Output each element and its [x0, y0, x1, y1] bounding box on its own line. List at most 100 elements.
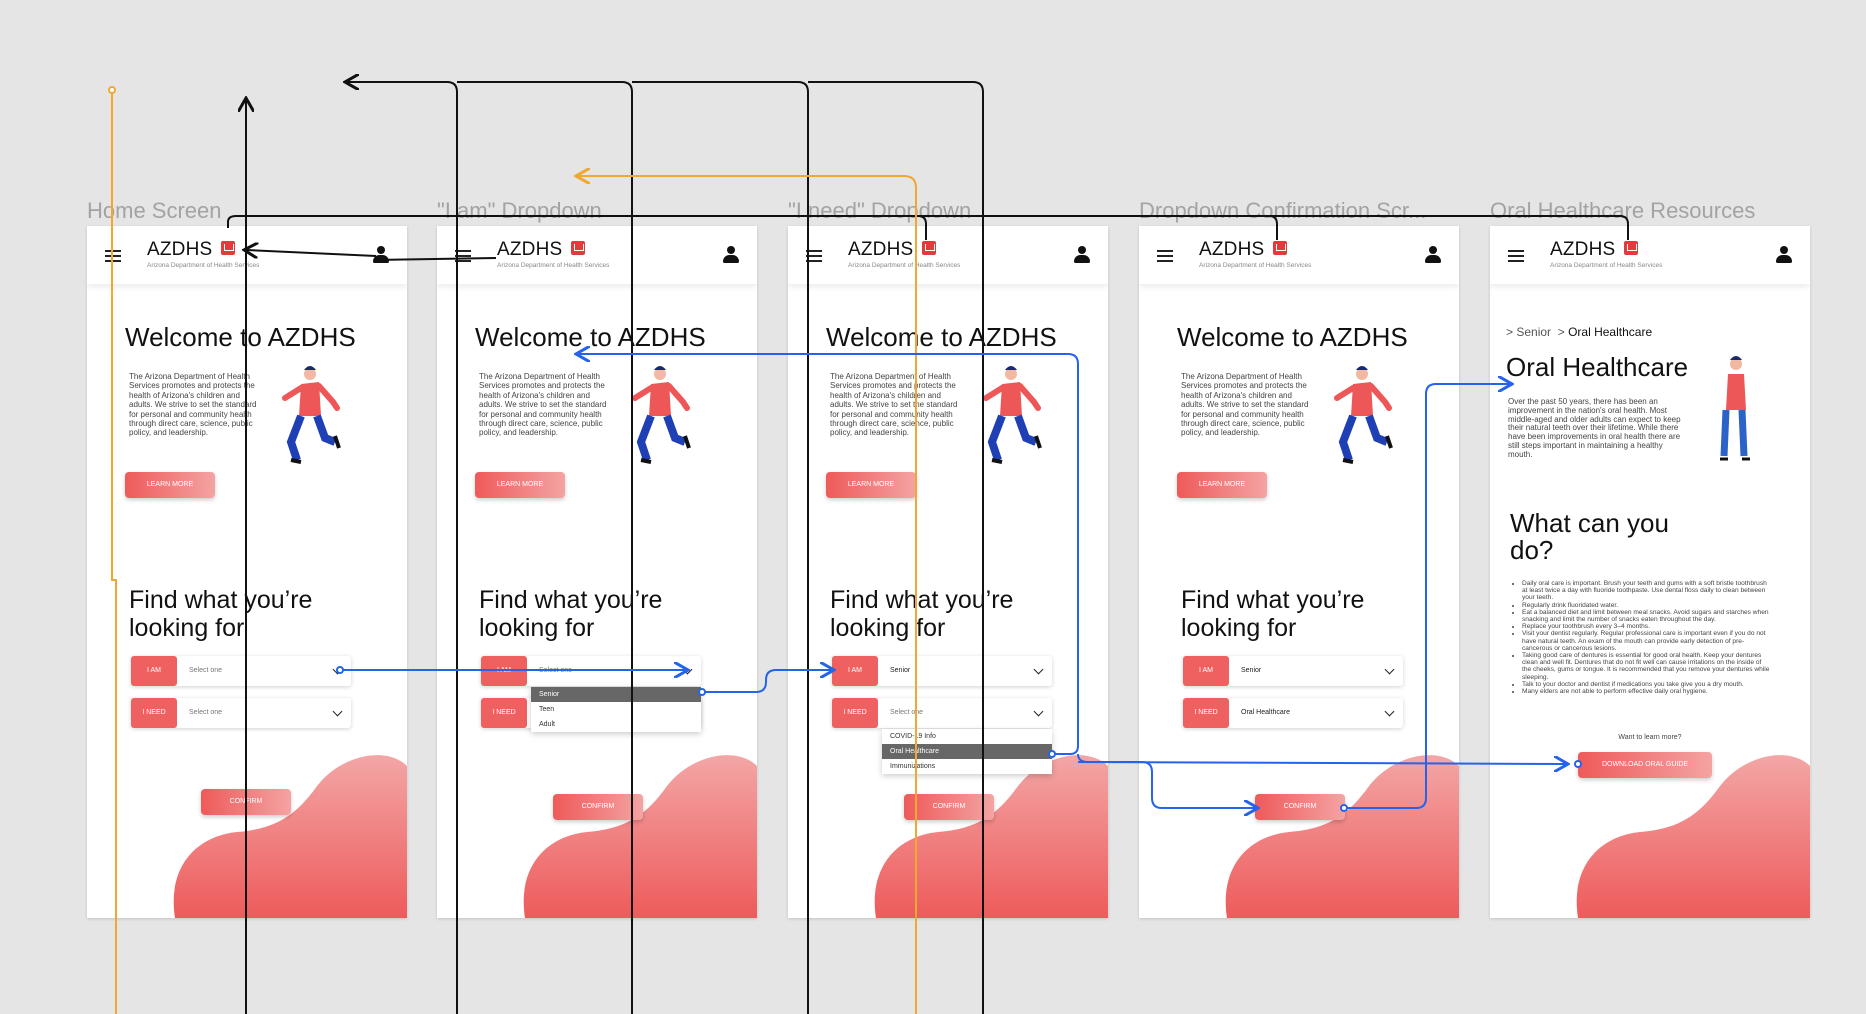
i-need-label: I NEED	[131, 698, 177, 728]
app-header: AZDHS Arizona Department of Health Servi…	[437, 226, 757, 284]
azdhs-logo-icon	[922, 241, 936, 255]
frame-home: AZDHS Arizona Department of Health Servi…	[87, 226, 407, 918]
i-need-select[interactable]: I NEED Select one	[131, 698, 351, 728]
i-am-value: Select one	[189, 667, 223, 674]
confirm-button[interactable]: CONFIRM	[1255, 794, 1345, 820]
learn-more-button[interactable]: LEARN MORE	[826, 472, 916, 498]
i-need-label: I NEED	[481, 698, 527, 728]
azdhs-logo-icon	[1624, 241, 1638, 255]
download-oral-guide-button[interactable]: DOWNLOAD ORAL GUIDE	[1578, 752, 1712, 778]
user-profile-icon[interactable]	[1074, 246, 1090, 264]
app-header: AZDHS Arizona Department of Health Servi…	[1490, 226, 1810, 284]
hamburger-menu-icon[interactable]	[1157, 250, 1173, 262]
user-profile-icon[interactable]	[373, 246, 389, 264]
option-oral-healthcare[interactable]: Oral Healthcare	[882, 744, 1052, 759]
hamburger-menu-icon[interactable]	[1508, 250, 1524, 262]
oral-intro-paragraph: Over the past 50 years, there has been a…	[1508, 397, 1681, 459]
intro-paragraph: The Arizona Department of Health Service…	[479, 372, 607, 438]
learn-more-button[interactable]: LEARN MORE	[1177, 472, 1267, 498]
running-person-illustration	[282, 366, 341, 464]
i-am-label: I AM	[1183, 656, 1229, 686]
tips-list: Daily oral care is important. Brush your…	[1510, 580, 1772, 695]
i-need-select[interactable]: I NEED Oral Healthcare	[1183, 698, 1403, 728]
i-am-select[interactable]: I AM Select one	[481, 656, 701, 686]
welcome-heading: Welcome to AZDHS	[826, 322, 1057, 352]
intro-paragraph: The Arizona Department of Health Service…	[1181, 372, 1309, 438]
find-heading: Find what you’re looking for	[1181, 586, 1365, 642]
azdhs-logo-icon	[1273, 241, 1287, 255]
app-header: AZDHS Arizona Department of Health Servi…	[1139, 226, 1459, 284]
welcome-heading: Welcome to AZDHS	[125, 322, 356, 352]
i-am-select[interactable]: I AM Senior	[1183, 656, 1403, 686]
azdhs-logo-icon	[221, 241, 235, 255]
i-am-select[interactable]: I AM Select one	[131, 656, 351, 686]
frame-i-need-dropdown: AZDHS Arizona Department of Health Servi…	[788, 226, 1108, 918]
running-person-illustration	[1334, 366, 1393, 464]
i-need-value: Oral Healthcare	[1241, 709, 1291, 716]
learn-more-button[interactable]: LEARN MORE	[125, 472, 215, 498]
brand-title: AZDHS	[147, 239, 213, 260]
user-profile-icon[interactable]	[1776, 246, 1792, 264]
learn-more-button[interactable]: LEARN MORE	[475, 472, 565, 498]
list-item: Replace your toothbrush every 3–4 months…	[1522, 623, 1772, 630]
brand-title: AZDHS	[1550, 239, 1616, 260]
brand-title: AZDHS	[848, 239, 914, 260]
welcome-heading: Welcome to AZDHS	[1177, 322, 1408, 352]
i-need-value: Select one	[890, 709, 924, 716]
i-am-value: Senior	[890, 667, 911, 674]
azdhs-logo-icon	[571, 241, 585, 255]
confirm-button[interactable]: CONFIRM	[201, 789, 291, 815]
frame-oral-healthcare-resources: AZDHS Arizona Department of Health Servi…	[1490, 226, 1810, 918]
hamburger-menu-icon[interactable]	[455, 250, 471, 262]
option-adult[interactable]: Adult	[531, 717, 701, 732]
i-am-value: Select one	[539, 667, 573, 674]
intro-paragraph: The Arizona Department of Health Service…	[830, 372, 958, 438]
i-need-dropdown-menu: COVID-19 Info Oral Healthcare Immunizati…	[882, 729, 1052, 774]
user-profile-icon[interactable]	[723, 246, 739, 264]
list-item: Many elders are not able to perform effe…	[1522, 688, 1772, 695]
confirm-button[interactable]: CONFIRM	[553, 794, 643, 820]
i-need-value: Select one	[189, 709, 223, 716]
i-need-select[interactable]: I NEED Select one	[832, 698, 1052, 728]
connector-start-node	[108, 86, 116, 94]
frame-label-home: Home Screen	[87, 198, 222, 223]
chevron-down-icon	[682, 664, 693, 675]
brand-subtitle: Arizona Department of Health Services	[848, 262, 961, 269]
option-covid-info[interactable]: COVID-19 Info	[882, 729, 1052, 744]
breadcrumb-parent[interactable]: Senior	[1516, 325, 1551, 339]
i-am-value: Senior	[1241, 667, 1262, 674]
breadcrumb: > Senior > Oral Healthcare	[1506, 325, 1652, 339]
what-can-you-do-heading: What can you do?	[1510, 508, 1669, 565]
i-am-select[interactable]: I AM Senior	[832, 656, 1052, 686]
chevron-down-icon	[1033, 706, 1044, 717]
option-immunizations[interactable]: Immunizations	[882, 759, 1052, 774]
frame-i-am-dropdown: AZDHS Arizona Department of Health Servi…	[437, 226, 757, 918]
frame-label-confirmation: Dropdown Confirmation Scr...	[1139, 198, 1427, 223]
list-item: Eat a balanced diet and limit between me…	[1522, 609, 1772, 623]
find-heading: Find what you’re looking for	[479, 586, 663, 642]
list-item: Talk to your doctor and dentist if medic…	[1522, 681, 1772, 688]
user-profile-icon[interactable]	[1425, 246, 1441, 264]
chevron-down-icon	[1033, 664, 1044, 675]
option-senior[interactable]: Senior	[531, 687, 701, 702]
hamburger-menu-icon[interactable]	[105, 250, 121, 262]
frame-dropdown-confirmation: AZDHS Arizona Department of Health Servi…	[1139, 226, 1459, 918]
confirm-button[interactable]: CONFIRM	[904, 794, 994, 820]
list-item: Daily oral care is important. Brush your…	[1522, 580, 1772, 602]
list-item: Regularly drink fluoridated water.	[1522, 602, 1772, 609]
app-header: AZDHS Arizona Department of Health Servi…	[87, 226, 407, 284]
i-am-dropdown-menu: Senior Teen Adult	[531, 687, 701, 732]
option-teen[interactable]: Teen	[531, 702, 701, 717]
hamburger-menu-icon[interactable]	[806, 250, 822, 262]
running-person-illustration	[983, 366, 1042, 464]
chevron-down-icon	[332, 706, 343, 717]
brand-subtitle: Arizona Department of Health Services	[1550, 262, 1663, 269]
brand-subtitle: Arizona Department of Health Services	[497, 262, 610, 269]
welcome-heading: Welcome to AZDHS	[475, 322, 706, 352]
i-need-label: I NEED	[1183, 698, 1229, 728]
intro-paragraph: The Arizona Department of Health Service…	[129, 372, 257, 438]
running-person-illustration	[632, 366, 691, 464]
brand-title: AZDHS	[497, 239, 563, 260]
frame-label-oral-healthcare: Oral Healthcare Resources	[1490, 198, 1756, 223]
list-item: Taking good care of dentures is essentia…	[1522, 652, 1772, 681]
